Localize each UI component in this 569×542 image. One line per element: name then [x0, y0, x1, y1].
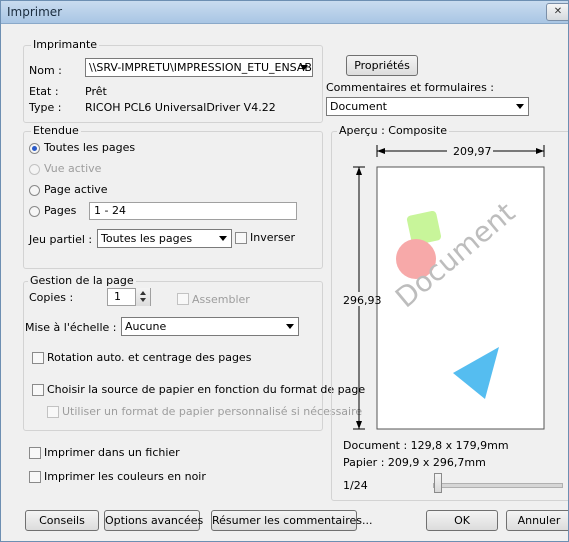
current-page-radio[interactable]	[29, 185, 40, 196]
current-view-radio[interactable]	[29, 164, 40, 175]
page-slider-thumb[interactable]	[434, 473, 442, 493]
pages-input[interactable]: 1 - 24	[89, 202, 297, 220]
height-dimension-value: 296,93	[343, 294, 382, 307]
close-button[interactable]: ✕	[546, 3, 568, 21]
subset-select[interactable]: Toutes les pages	[97, 229, 232, 248]
cancel-button-label[interactable]: Annuler	[518, 514, 561, 527]
scaling-label: Mise à l'échelle :	[25, 321, 117, 334]
preview-canvas	[341, 144, 545, 430]
tips-button-label[interactable]: Conseils	[39, 514, 85, 527]
printer-name-select[interactable]: \\SRV-IMPRETU\IMPRESSION_ETU_ENSAB	[85, 58, 313, 77]
printer-type-value: RICOH PCL6 UniversalDriver V4.22	[85, 101, 276, 114]
scaling-select[interactable]: Aucune	[121, 317, 299, 336]
printer-status-label: Etat :	[29, 85, 59, 98]
page-indicator: 1/24	[343, 479, 368, 492]
printer-name-label: Nom :	[29, 64, 62, 77]
summarize-comments-button[interactable]: Résumer les commentaires...	[211, 510, 373, 531]
chevron-down-icon	[286, 324, 294, 329]
printer-status-value: Prêt	[85, 85, 107, 98]
width-dimension-value: 209,97	[453, 145, 492, 158]
title-bar: Imprimer ✕	[1, 1, 568, 24]
auto-rotate-checkbox[interactable]	[32, 352, 44, 364]
advanced-options-label[interactable]: Options avancées	[105, 514, 203, 527]
paper-size: Papier : 209,9 x 296,7mm	[343, 456, 486, 469]
comments-select[interactable]: Document	[326, 97, 529, 116]
window-title: Imprimer	[7, 5, 63, 19]
page-handling-group-label: Gestion de la page	[28, 274, 136, 287]
copies-label: Copies :	[29, 291, 74, 304]
chevron-down-icon	[516, 104, 524, 109]
current-page-label[interactable]: Page active	[44, 183, 108, 196]
printer-type-label: Type :	[29, 101, 62, 114]
all-pages-label[interactable]: Toutes les pages	[44, 141, 135, 154]
ok-button[interactable]: OK	[426, 510, 498, 531]
ok-button-label[interactable]: OK	[454, 514, 470, 527]
tips-button[interactable]: Conseils	[25, 510, 99, 531]
subset-label: Jeu partiel :	[29, 233, 93, 246]
width-arrow-right-icon	[536, 148, 544, 154]
preview-area: 209,97 296,93 Document	[331, 141, 568, 431]
width-arrow-left-icon	[377, 148, 385, 154]
custom-paper-label[interactable]: Utiliser un format de papier personnalis…	[62, 405, 362, 418]
print-dialog: Imprimer ✕ Imprimante Nom : \\SRV-IMPRET…	[0, 0, 569, 542]
chevron-down-icon	[300, 65, 308, 70]
printer-name-value: \\SRV-IMPRETU\IMPRESSION_ETU_ENSAB	[89, 61, 312, 74]
advanced-options-button[interactable]: Options avancées	[104, 510, 203, 531]
print-bw-checkbox[interactable]	[29, 471, 41, 483]
comments-label: Commentaires et formulaires :	[326, 81, 494, 94]
paper-source-label[interactable]: Choisir la source de papier en fonction …	[47, 383, 365, 396]
printer-group-label: Imprimante	[31, 38, 100, 51]
range-group-label: Etendue	[31, 124, 81, 137]
scaling-value: Aucune	[125, 320, 167, 333]
height-arrow-down-icon	[356, 421, 362, 429]
spin-up-icon[interactable]	[140, 291, 146, 295]
current-view-label[interactable]: Vue active	[44, 162, 101, 175]
reverse-checkbox[interactable]	[235, 232, 247, 244]
collate-checkbox[interactable]	[177, 293, 189, 305]
collate-label[interactable]: Assembler	[192, 293, 250, 306]
paper-source-checkbox[interactable]	[32, 384, 44, 396]
summarize-comments-label[interactable]: Résumer les commentaires...	[212, 514, 373, 527]
pages-label[interactable]: Pages	[44, 204, 76, 217]
pages-radio[interactable]	[29, 206, 40, 217]
comments-value: Document	[330, 100, 387, 113]
pages-input-value[interactable]: 1 - 24	[94, 204, 126, 217]
print-to-file-label[interactable]: Imprimer dans un fichier	[44, 446, 180, 459]
preview-label: Aperçu : Composite	[337, 124, 449, 137]
custom-paper-checkbox[interactable]	[47, 406, 59, 418]
print-to-file-checkbox[interactable]	[29, 447, 41, 459]
spin-down-icon[interactable]	[140, 298, 146, 302]
auto-rotate-label[interactable]: Rotation auto. et centrage des pages	[47, 351, 251, 364]
print-bw-label[interactable]: Imprimer les couleurs en noir	[44, 470, 206, 483]
copies-value[interactable]: 1	[114, 290, 121, 303]
subset-value: Toutes les pages	[101, 232, 193, 245]
height-arrow-up-icon	[356, 167, 362, 175]
properties-button[interactable]: Propriétés	[346, 55, 418, 76]
document-size: Document : 129,8 x 179,9mm	[343, 439, 509, 452]
page-slider-track[interactable]	[433, 483, 563, 488]
properties-button-label[interactable]: Propriétés	[354, 59, 410, 72]
all-pages-radio[interactable]	[29, 143, 40, 154]
close-icon[interactable]: ✕	[554, 6, 562, 17]
reverse-label[interactable]: Inverser	[250, 231, 295, 244]
chevron-down-icon	[219, 236, 227, 241]
cancel-button[interactable]: Annuler	[506, 510, 568, 531]
copies-spinner[interactable]	[135, 288, 150, 306]
